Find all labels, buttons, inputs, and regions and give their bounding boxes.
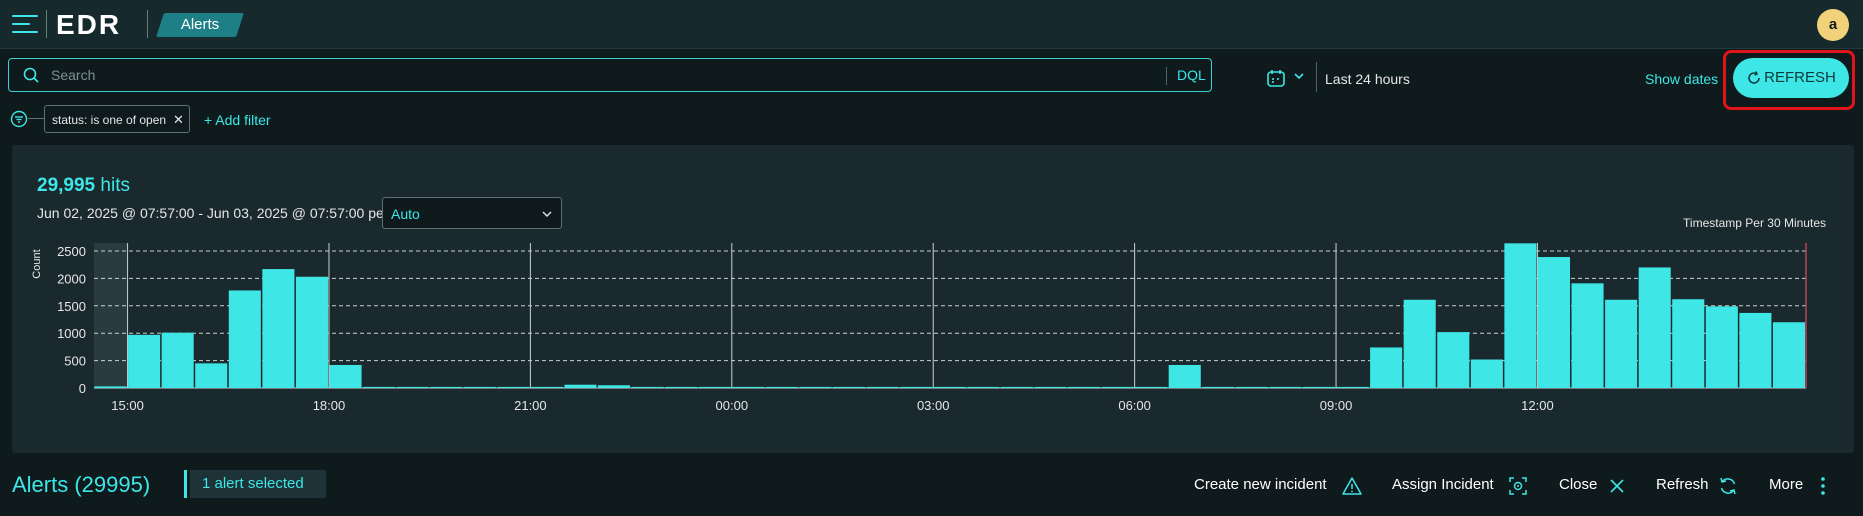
- chart-bar: [1269, 386, 1302, 388]
- chart-bar: [799, 386, 832, 388]
- chart-bar: [933, 386, 966, 388]
- chart-x-tick-label: 12:00: [1521, 398, 1554, 413]
- refresh-alerts-button[interactable]: Refresh: [1656, 476, 1709, 493]
- chart-bar: [598, 385, 631, 388]
- chart-bar: [1672, 299, 1705, 388]
- chart-x-tick-label: 06:00: [1118, 398, 1151, 413]
- chart-bar: [161, 332, 194, 388]
- assign-incident-button[interactable]: Assign Incident: [1392, 476, 1494, 493]
- chart-bar: [329, 364, 362, 388]
- chart-x-tick-label: 18:00: [313, 398, 346, 413]
- chart-bar: [631, 386, 664, 388]
- create-incident-button[interactable]: Create new incident: [1194, 476, 1327, 493]
- chart-bar: [1605, 299, 1638, 388]
- chart-x-tick-label: 09:00: [1320, 398, 1353, 413]
- chart-bar: [1168, 364, 1201, 388]
- chart-y-axis-label: Count: [31, 249, 43, 278]
- chart-bar: [1101, 386, 1134, 388]
- histogram-chart: 0 500 1000 1500 2000 2500 15:00 18:00 21:00 00:00…: [31, 243, 1807, 413]
- chart-x-tick-label: 15:00: [111, 398, 144, 413]
- chart-x-tick-label: 21:00: [514, 398, 547, 413]
- chart-bar: [1235, 386, 1268, 388]
- chart-bar: [765, 386, 798, 388]
- chart-bar: [262, 269, 295, 388]
- chart-bar: [463, 386, 496, 388]
- chart-bar: [1202, 386, 1235, 388]
- chart-y-tick-label: 500: [64, 354, 86, 369]
- chart-bar: [1034, 386, 1067, 388]
- chart-shaded-region: [94, 243, 128, 388]
- chart-y-tick-label: 2000: [57, 271, 86, 286]
- target-icon[interactable]: [1508, 476, 1528, 496]
- close-alert-button[interactable]: Close: [1559, 476, 1597, 493]
- warning-icon[interactable]: [1342, 476, 1362, 496]
- chart-bar: [1403, 299, 1436, 388]
- chart-bar: [1470, 359, 1503, 388]
- refresh-icon[interactable]: [1718, 476, 1738, 496]
- chart-bar: [665, 386, 698, 388]
- chart-bar: [1772, 322, 1805, 388]
- chart-bar: [564, 384, 597, 388]
- chart-bar: [228, 290, 261, 388]
- chart-bar: [497, 386, 530, 388]
- chart-bar: [900, 386, 933, 388]
- divider: [184, 470, 187, 498]
- chart-bar: [128, 334, 161, 388]
- chart-bar: [94, 386, 127, 388]
- chart-bar: [1135, 386, 1168, 388]
- chart-bar: [1638, 267, 1671, 388]
- chart-bar: [1571, 283, 1604, 388]
- chart-bar: [530, 386, 563, 388]
- chart-x-tick-label: 03:00: [917, 398, 950, 413]
- chart-bar: [866, 386, 899, 388]
- chart-y-tick-label: 1500: [57, 299, 86, 314]
- chart-bar: [1437, 332, 1470, 388]
- chart-y-tick-label: 0: [79, 381, 86, 396]
- chart-bar: [1336, 386, 1369, 388]
- more-vertical-icon[interactable]: [1817, 476, 1829, 496]
- chart-y-tick-label: 1000: [57, 326, 86, 341]
- chart-bar: [833, 386, 866, 388]
- alerts-count-title: Alerts (29995): [12, 472, 151, 497]
- chart-bar: [430, 386, 463, 388]
- chart-x-tick-label: 00:00: [716, 398, 749, 413]
- selected-count-badge: 1 alert selected: [190, 470, 326, 498]
- chart-bar: [1067, 386, 1101, 388]
- chart-bar: [1302, 386, 1336, 388]
- chart-bar: [1000, 386, 1033, 388]
- chart-bar: [698, 386, 731, 388]
- chart-bar: [967, 386, 1000, 388]
- chart-bar: [1705, 306, 1738, 388]
- chart-bar: [1739, 312, 1772, 388]
- more-button[interactable]: More: [1769, 476, 1803, 493]
- chart-bar: [1370, 347, 1403, 388]
- chart-bar: [363, 386, 396, 388]
- close-icon[interactable]: [1607, 476, 1627, 496]
- chart-bar: [195, 363, 228, 388]
- chart-bar: [396, 386, 429, 388]
- chart-y-tick-label: 2500: [57, 244, 86, 259]
- chart-bar: [1537, 257, 1571, 388]
- chart-bar: [732, 386, 765, 388]
- chart-bar: [1504, 243, 1537, 388]
- chart-bar: [295, 276, 328, 388]
